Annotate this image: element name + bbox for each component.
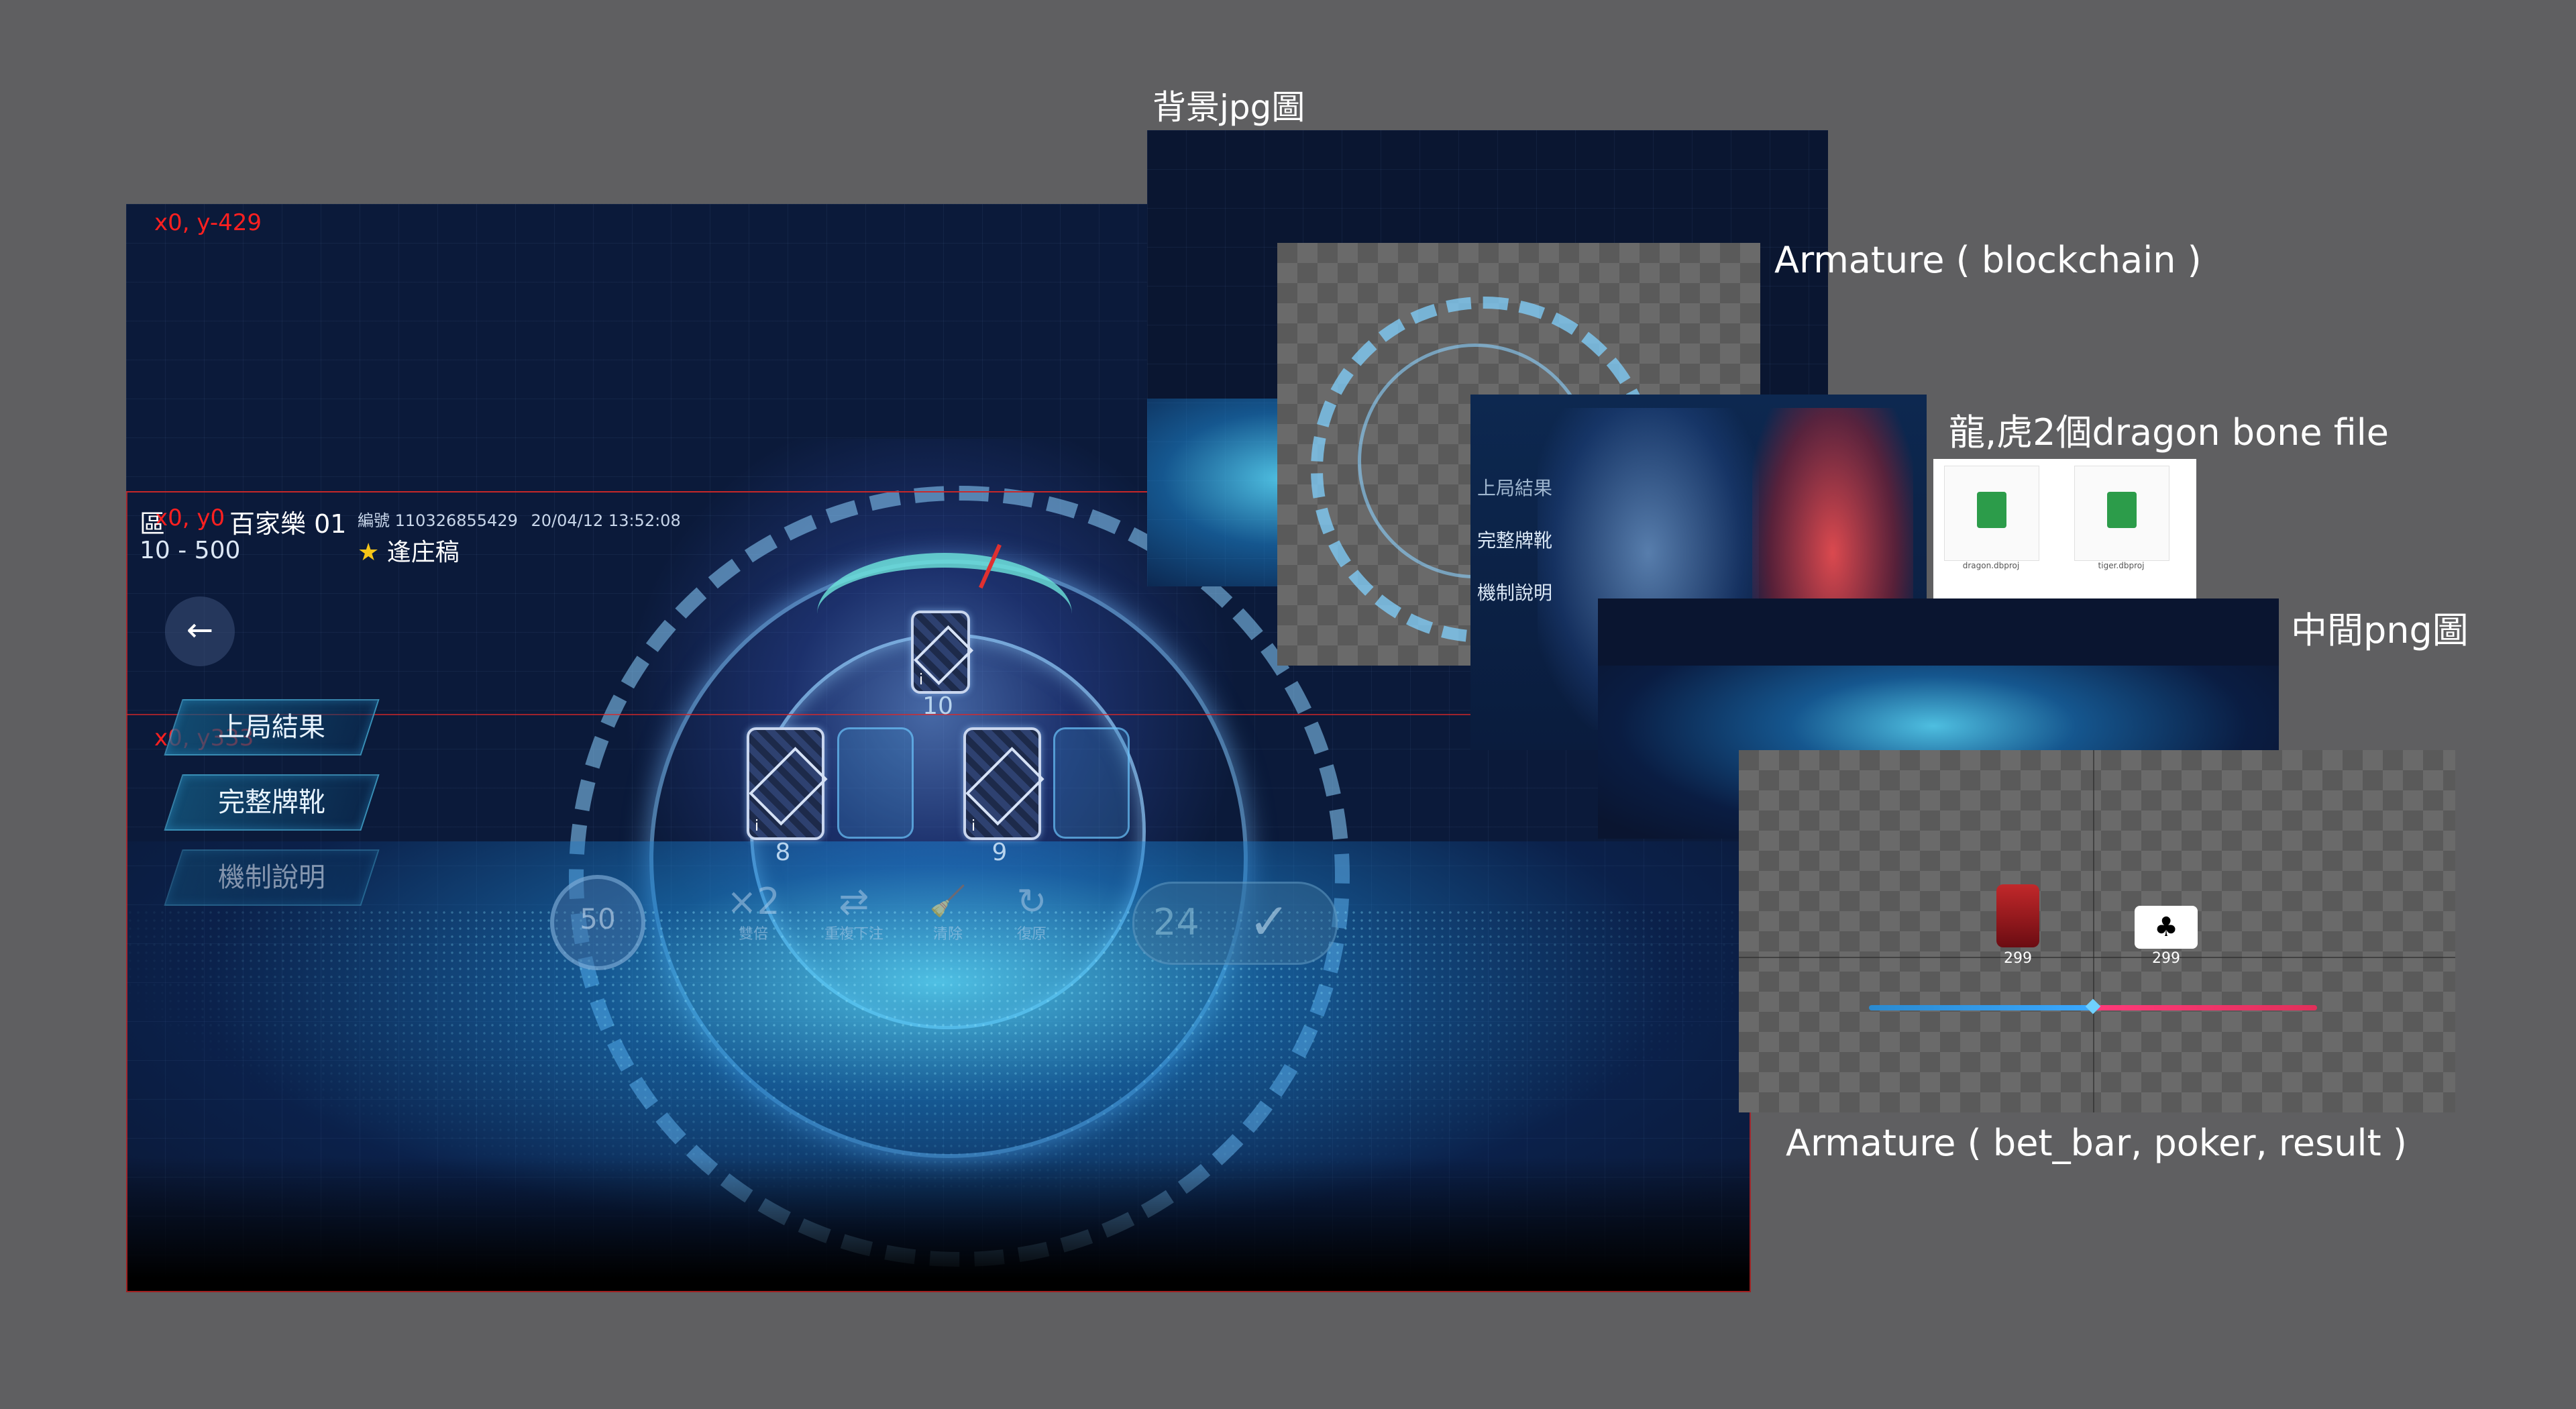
file-icon: [2107, 492, 2137, 528]
clear-label: 清除: [932, 926, 963, 943]
back-button[interactable]: ←: [165, 596, 235, 666]
right-card-slot: [1053, 727, 1130, 839]
undo-button[interactable]: ↻ 復原: [998, 882, 1065, 943]
timer-value: 24: [1153, 901, 1199, 943]
bet-range: 10 - 500: [140, 537, 241, 564]
dealer-name: 逢庄稿: [386, 539, 460, 566]
chip-button[interactable]: 50: [550, 875, 645, 970]
repeat-button[interactable]: ⇄ 重複下注: [810, 882, 898, 943]
game-title: 區 百家樂 01: [140, 503, 346, 540]
red-card: [1996, 884, 2039, 947]
right-card: i: [963, 727, 1041, 840]
title-text: 百家樂 01: [229, 509, 347, 539]
card-info-icon: i: [971, 818, 976, 835]
repeat-label: 重複下注: [824, 926, 883, 943]
file-panel: dragon.dbproj tiger.dbproj: [1933, 459, 2196, 612]
full-shoe-button[interactable]: 完整牌靴: [164, 774, 380, 831]
serial-text: 編號 110326855429: [358, 511, 518, 530]
chip-value: 50: [580, 902, 616, 935]
club-icon: ♣: [2154, 912, 2178, 943]
datetime-text: 20/04/12 13:52:08: [531, 511, 681, 530]
left-card-value: 8: [775, 839, 791, 866]
card-info-icon: i: [919, 672, 924, 688]
mini-last-result: 上局結果: [1477, 477, 1553, 499]
broom-icon: 🧹: [929, 884, 967, 919]
dealer-info: ★ 逢庄稿: [358, 533, 460, 568]
armature-blockchain-label: Armature ( blockchain ): [1774, 239, 2202, 281]
bet-bar-red: [2093, 1005, 2317, 1010]
undo-label: 復原: [1016, 926, 1046, 943]
title-prefix: 區: [140, 509, 166, 539]
file-icon: [1977, 492, 2006, 528]
rules-label: 機制說明: [218, 862, 325, 893]
club-card: ♣: [2135, 906, 2198, 949]
star-icon: ★: [358, 539, 380, 566]
crosshair-h: [1739, 957, 2455, 958]
card-info-icon: i: [755, 818, 759, 835]
repeat-icon: ⇄: [839, 880, 869, 923]
confirm-button[interactable]: 24 ✓: [1132, 882, 1338, 965]
double-label: 雙倍: [738, 926, 768, 943]
clear-button[interactable]: 🧹 清除: [914, 882, 981, 943]
mini-rules: 機制說明: [1477, 582, 1553, 604]
right-card-value: 9: [991, 839, 1008, 866]
bet-bar-marker: [2085, 998, 2101, 1014]
club-card-value: 299: [2152, 950, 2180, 967]
bet-armature-panel: 299 ♣ 299: [1739, 750, 2455, 1112]
dragon-file[interactable]: [1944, 466, 2039, 561]
undo-icon: ↻: [1016, 880, 1047, 923]
last-result-label: 上局結果: [218, 712, 325, 743]
bet-armature-label: Armature ( bet_bar, poker, result ): [1786, 1122, 2407, 1164]
full-shoe-label: 完整牌靴: [218, 787, 325, 818]
mini-full-shoe: 完整牌靴: [1477, 529, 1553, 552]
bg-layer-label: 背景jpg圖: [1152, 88, 1305, 127]
check-icon: ✓: [1248, 893, 1291, 951]
png-layer-label: 中間png圖: [2291, 609, 2469, 651]
tiger-file[interactable]: [2074, 466, 2169, 561]
tiger-file-name: tiger.dbproj: [2098, 561, 2145, 570]
serial-number: 編號 110326855429 20/04/12 13:52:08: [358, 507, 681, 531]
top-card: i: [911, 611, 970, 694]
arrow-left-icon: ←: [186, 611, 214, 649]
last-result-button[interactable]: 上局結果: [164, 699, 380, 755]
dragon-file-name: dragon.dbproj: [1962, 561, 2020, 570]
left-card-slot: [837, 727, 914, 839]
top-card-value: 10: [922, 692, 953, 720]
crosshair-v: [2093, 750, 2094, 1112]
dragon-bone-label: 龍,虎2個dragon bone file: [1949, 411, 2389, 454]
double-button[interactable]: ×2 雙倍: [720, 882, 787, 943]
rules-button[interactable]: 機制說明: [164, 849, 380, 906]
red-card-value: 299: [2004, 950, 2032, 967]
bet-bar-blue: [1869, 1005, 2093, 1010]
left-card: i: [747, 727, 824, 840]
double-icon: ×2: [727, 880, 780, 923]
coord-tag-top: x0, y-429: [154, 209, 262, 236]
